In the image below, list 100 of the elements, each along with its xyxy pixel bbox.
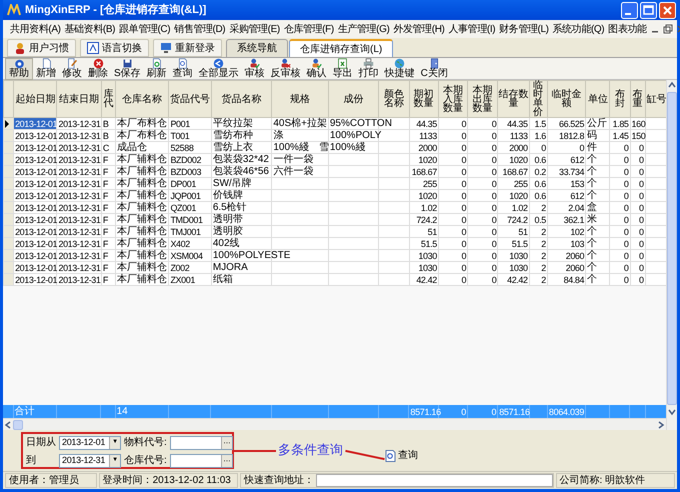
menu-item[interactable]: 销售管理(D) (172, 22, 228, 36)
table-cell: 包装袋32*42 (212, 154, 269, 164)
table-cell: 盒 (587, 202, 598, 212)
toolbar-button[interactable]: 打印 (356, 58, 382, 80)
table-cell: 个 (587, 274, 598, 284)
column-header[interactable]: 规格 (272, 80, 328, 118)
menu-item[interactable]: 跟单管理(C) (117, 22, 172, 36)
menu-item[interactable]: 财务管理(L) (497, 22, 551, 36)
menu-item[interactable]: 图表功能 (606, 22, 649, 36)
table-cell: 2013-12-01 (15, 226, 58, 236)
scrollbar-thumb[interactable] (667, 92, 677, 405)
table-cell: 33.734 (559, 166, 584, 176)
table-cell: SW/吊牌 (212, 178, 252, 188)
toolbar-button[interactable]: 全部显示 (196, 58, 242, 80)
toolbar-button[interactable]: C关闭 (418, 58, 451, 80)
table-cell: 2013-12-01 (15, 250, 58, 260)
toolbar-button[interactable]: 反审核 (268, 58, 304, 80)
lookup-field[interactable]: ··· (170, 436, 233, 450)
table-cell: 码 (587, 130, 598, 140)
tab[interactable]: 仓库进销存查询(L) (289, 39, 394, 57)
table-cell: 2013-12-31 (58, 202, 101, 212)
query-button[interactable]: 查询 (385, 448, 418, 463)
table-cell: 0 (639, 178, 644, 188)
toolbar-button[interactable]: 确认 (304, 58, 330, 80)
table-cell: 1.02 (420, 202, 437, 212)
column-header[interactable]: 货品代号 (168, 80, 212, 118)
column-header[interactable]: 结存数量 (498, 80, 530, 118)
table-cell: 包装袋46*56 (212, 166, 269, 176)
table-cell: 2000 (509, 142, 528, 152)
toolbar-button[interactable]: 新增 (33, 58, 59, 80)
total-cell: 0 (492, 406, 496, 416)
column-header[interactable]: 布重 (630, 80, 646, 118)
toolbar-button[interactable]: 快捷键 (382, 58, 418, 80)
table-cell: 0 (492, 226, 496, 236)
toolbar-button[interactable]: 刷新 (144, 58, 170, 80)
vertical-scrollbar[interactable] (666, 80, 677, 430)
toolbar-button[interactable]: 修改 (59, 58, 85, 80)
table-cell: 2 (541, 274, 546, 284)
tab[interactable]: 系统导航 (226, 39, 288, 57)
table-cell: 价钱牌 (212, 190, 243, 200)
table-cell: 1.6 (534, 130, 546, 140)
table-cell: TMD001 (170, 214, 203, 224)
column-header[interactable]: 库代 (101, 80, 116, 118)
monitor-icon (160, 42, 172, 54)
table-cell: 0 (461, 238, 466, 248)
scrollbar-thumb[interactable] (13, 420, 23, 430)
column-header[interactable]: 临时单价 (529, 80, 548, 118)
table-cell: 44.35 (507, 118, 528, 128)
toolbar-button[interactable]: 语言切换 (80, 39, 149, 57)
toolbar-button[interactable]: S保存 (111, 58, 144, 80)
menu-item[interactable]: 生产管理(G) (336, 22, 392, 36)
table-cell: 1133 (510, 130, 528, 140)
search-icon (177, 58, 188, 69)
toolbar-button[interactable]: 导出 (330, 58, 356, 80)
column-header[interactable]: 货品名称 (211, 80, 272, 118)
column-header[interactable]: 颜色名称 (378, 80, 410, 118)
menu-item[interactable]: 仓库管理(F) (282, 22, 336, 36)
table-cell: 个 (587, 238, 598, 248)
table-cell: 2013-12-31 (58, 226, 101, 236)
toolbar-button[interactable]: 重新登录 (153, 39, 222, 57)
toolbar-button[interactable]: 用户习惯 (7, 39, 76, 57)
column-header[interactable]: 结束日期 (56, 80, 102, 118)
table-cell: 0.2 (534, 166, 546, 176)
table-cell: 402线 (212, 238, 240, 248)
toolbar-button[interactable]: 查询 (170, 58, 196, 80)
minimize-icon[interactable] (621, 2, 638, 18)
column-header[interactable]: 成份 (328, 80, 379, 118)
column-header[interactable]: 本期出库数量 (468, 80, 498, 118)
column-header[interactable]: 布封 (610, 80, 630, 118)
table-cell: 0 (624, 274, 629, 284)
maximize-icon[interactable] (640, 2, 657, 18)
menu-item[interactable]: 系统功能(Q) (550, 22, 606, 36)
toolbar-button[interactable]: 删除 (85, 58, 111, 80)
column-header[interactable]: 期初数量 (409, 80, 438, 118)
table-cell: 1.5 (534, 118, 546, 128)
column-header[interactable]: 仓库名称 (115, 80, 169, 118)
table-cell: 2013-12-31 (58, 190, 101, 200)
table-cell: F (102, 274, 108, 284)
column-header[interactable]: 临时金额 (547, 80, 586, 118)
menu-item[interactable]: 共用资料(A) (8, 22, 63, 36)
toolbar-button[interactable]: 帮助 (5, 58, 33, 80)
table-cell: 0 (492, 190, 496, 200)
table-cell: 个 (587, 262, 598, 272)
menu-item[interactable]: 基础资料(B) (62, 22, 118, 36)
table-cell: 0 (461, 118, 466, 128)
menu-item[interactable]: 人事管理(I) (446, 22, 498, 36)
table-cell: 个 (587, 154, 598, 164)
table-cell: 六件一袋 (273, 166, 314, 176)
menu-item[interactable]: 外发管理(H) (391, 22, 446, 36)
table-cell: 1.02 (512, 202, 528, 212)
restore-icon[interactable] (662, 24, 673, 34)
toolbar-button[interactable]: 审核 (242, 58, 268, 80)
table-cell: 2013-12-31 (58, 274, 101, 284)
menu-item[interactable]: 采购管理(E) (227, 22, 282, 36)
column-header[interactable]: 本期入库数量 (438, 80, 468, 118)
quick-address-field[interactable] (316, 474, 553, 487)
column-header[interactable]: 单位 (586, 80, 610, 118)
field-label: 物料代号: (124, 436, 167, 450)
horizontal-scrollbar[interactable] (3, 418, 666, 430)
lookup-field[interactable]: ··· (170, 454, 233, 468)
